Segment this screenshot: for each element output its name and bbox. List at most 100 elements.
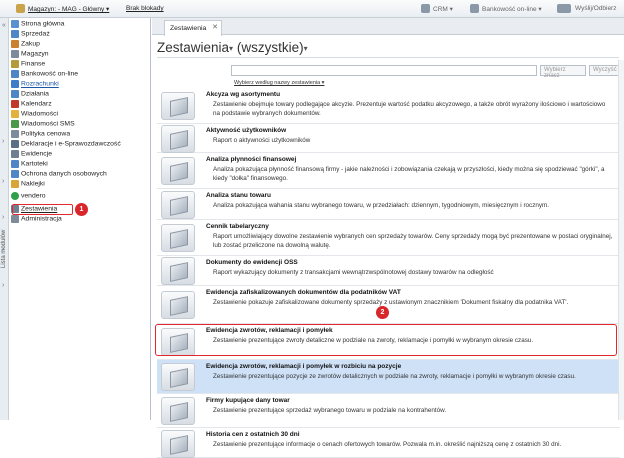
bank-icon — [470, 4, 479, 13]
report-description: Zestawienie pokazuje zafiskalizowane dok… — [213, 299, 569, 306]
sidebar-item-actions[interactable]: Działania — [11, 90, 149, 100]
report-title: Analiza stanu towaru — [206, 192, 272, 199]
crm-menu[interactable]: CRM ▾ — [433, 5, 453, 13]
sidebar-item-records[interactable]: Ewidencje — [11, 150, 149, 160]
page-title[interactable]: Zestawienia▾ (wszystkie)▾ — [157, 40, 308, 55]
finance-icon — [11, 60, 19, 68]
module-list-strip[interactable]: « › › › › › Lista modułów — [0, 18, 9, 420]
catalogs-icon — [11, 160, 19, 168]
report-description: Analiza pokazująca płynność finansową fi… — [213, 166, 605, 182]
settlements-icon — [11, 80, 19, 88]
warehouse-icon — [16, 4, 25, 13]
crm-icon — [421, 4, 430, 13]
report-description: Zestawienie obejmuje towary podlegające … — [213, 101, 606, 117]
warehouse-selector[interactable]: Magazyn: - MAG - Główny ▾ — [28, 5, 109, 13]
report-title: Aktywność użytkowników — [206, 127, 287, 134]
report-icon — [161, 92, 195, 120]
sidebar-item-sales[interactable]: Sprzedaż — [11, 30, 149, 40]
envelope-icon — [11, 110, 19, 118]
tab-bar: Zestawienia ✕ — [152, 18, 624, 36]
list-item[interactable]: Analiza stanu towaru Analiza pokazująca … — [157, 189, 620, 220]
report-title: Analiza płynności finansowej — [206, 156, 297, 163]
step-badge-1: 1 — [75, 203, 88, 216]
vendero-icon — [11, 192, 19, 200]
sidebar-item-pricing-policy[interactable]: Polityka cenowa — [11, 130, 149, 140]
sidebar-item-home[interactable]: Strona główna — [11, 20, 149, 30]
send-receive-icon — [557, 4, 571, 13]
chevron-icon: › — [2, 178, 5, 185]
tab-label: Zestawienia — [170, 25, 207, 32]
sidebar-item-declarations[interactable]: Deklaracje i e-Sprawozdawczość — [11, 140, 149, 150]
sidebar-item-catalogs[interactable]: Kartoteki — [11, 160, 149, 170]
collapse-icon[interactable]: « — [2, 22, 6, 29]
sidebar-item-messages[interactable]: Wiadomości — [11, 110, 149, 120]
vertical-scrollbar[interactable] — [618, 60, 624, 420]
sidebar-item-online-banking[interactable]: Bankowość on-line — [11, 70, 149, 80]
records-icon — [11, 150, 19, 158]
report-description: Raport o aktywności użytkowników — [213, 137, 311, 144]
administration-icon — [11, 215, 19, 223]
bank-online-menu[interactable]: Bankowość on-line ▾ — [482, 5, 542, 13]
sms-icon — [11, 120, 19, 128]
module-list-label: Lista modułów — [1, 229, 7, 268]
choose-marker-button[interactable]: Wybierz znacz — [540, 65, 586, 79]
list-item[interactable]: Akcyza wg asortymentu Zestawienie obejmu… — [157, 88, 620, 124]
step-badge-2: 2 — [376, 306, 389, 319]
report-icon — [161, 291, 195, 319]
report-icon — [161, 430, 195, 458]
report-title: Cennik tabelaryczny — [206, 223, 269, 230]
sidebar-item-labels[interactable]: Naklejki — [11, 180, 149, 190]
close-icon[interactable]: ✕ — [212, 23, 218, 31]
highlight-reports-menu — [12, 204, 73, 215]
list-item[interactable]: Firmy kupujące dany towar Zestawienie pr… — [157, 394, 620, 428]
report-title: Ewidencja zafiskalizowanych dokumentów d… — [206, 289, 401, 296]
report-description: Raport wykazujący dokumenty z transakcja… — [213, 269, 494, 276]
bank-icon — [11, 70, 19, 78]
list-item[interactable]: Dokumenty do ewidencji OSS Raport wykazu… — [157, 256, 620, 286]
filter-selector[interactable]: (wszystkie) — [237, 40, 304, 55]
home-icon — [11, 20, 19, 28]
shield-icon — [11, 170, 19, 178]
sidebar-item-vendero[interactable]: vendero — [11, 192, 149, 202]
report-icon — [161, 157, 195, 185]
highlight-selected-report — [155, 324, 617, 356]
sidebar-item-sms[interactable]: Wiadomości SMS — [11, 120, 149, 130]
chevron-down-icon[interactable]: ▾ — [229, 44, 233, 53]
tab-reports[interactable]: Zestawienia ✕ — [164, 20, 222, 36]
report-description: Raport umożliwiający dowolne zestawienie… — [213, 233, 613, 249]
list-item[interactable]: Ewidencja zafiskalizowanych dokumentów d… — [157, 286, 620, 324]
report-description: Zestawienie prezentujące informacje o ce… — [213, 441, 562, 448]
report-description: Analiza pokazująca wahania stanu wybrane… — [213, 202, 549, 209]
title-divider — [157, 57, 619, 58]
sidebar-item-calendar[interactable]: Kalendarz — [11, 100, 149, 110]
chevron-down-icon[interactable]: ▾ — [304, 44, 308, 53]
send-receive-button[interactable]: Wyślij/Odbierz — [575, 5, 616, 12]
list-item[interactable]: Historia cen z ostatnich 30 dni Zestawie… — [157, 428, 620, 458]
report-icon — [161, 397, 195, 425]
chevron-icon: › — [2, 282, 5, 289]
list-item[interactable]: Cennik tabelaryczny Raport umożliwiający… — [157, 220, 620, 256]
clear-button[interactable]: Wyczyść — [589, 65, 619, 76]
report-icon — [161, 257, 195, 285]
label-icon — [11, 180, 19, 188]
chevron-icon: › — [2, 138, 5, 145]
search-input[interactable] — [231, 65, 537, 76]
locks-link[interactable]: Brak blokady — [126, 5, 164, 12]
report-description: Zestawienie prezentujące pozycje ze zwro… — [213, 373, 576, 380]
sidebar-item-data-protection[interactable]: Ochrona danych osobowych — [11, 170, 149, 180]
sidebar: Strona główna Sprzedaż Zakup Magazyn Fin… — [9, 18, 151, 420]
sidebar-item-settlements[interactable]: Rozrachunki — [11, 80, 149, 90]
sidebar-item-purchase[interactable]: Zakup — [11, 40, 149, 50]
list-item[interactable]: Analiza płynności finansowej Analiza pok… — [157, 153, 620, 189]
sidebar-item-warehouse[interactable]: Magazyn — [11, 50, 149, 60]
report-title: Akcyza wg asortymentu — [206, 91, 281, 98]
sort-selector[interactable]: Wybierz według nazwy zestawienia ▾ — [234, 80, 324, 86]
list-item[interactable]: Aktywność użytkowników Raport o aktywnoś… — [157, 124, 620, 153]
purchase-icon — [11, 40, 19, 48]
list-item-selected[interactable]: Ewidencja zwrotów, reklamacji i pomyłek … — [157, 360, 620, 394]
sidebar-item-finance[interactable]: Finanse — [11, 60, 149, 70]
declarations-icon — [11, 140, 19, 148]
title-text: Zestawienia — [157, 40, 230, 55]
sidebar-item-administration[interactable]: Administracja — [11, 215, 149, 225]
report-title: Historia cen z ostatnich 30 dni — [206, 431, 300, 438]
